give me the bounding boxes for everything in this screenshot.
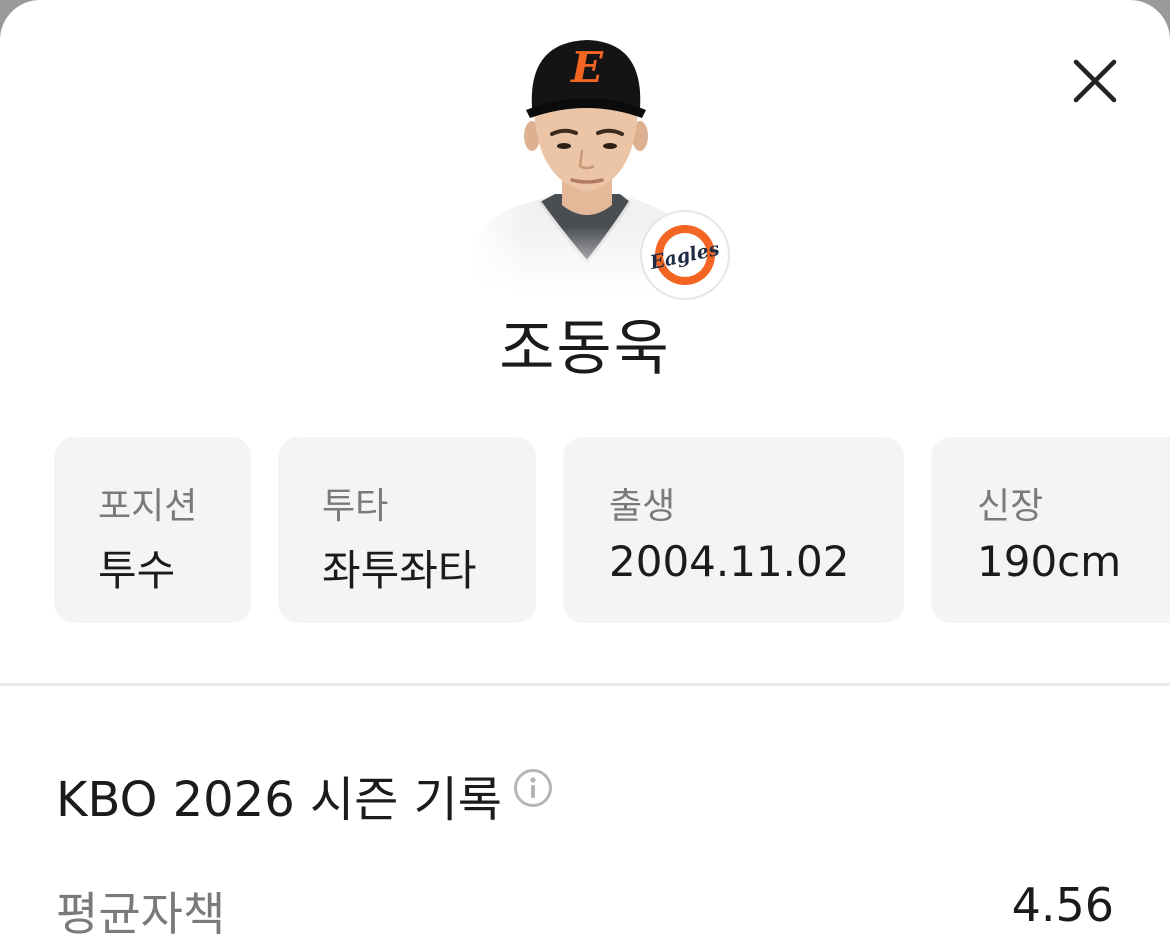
info-card-position: 포지션 투수 bbox=[54, 437, 251, 623]
info-card-label: 출생 bbox=[609, 486, 676, 527]
info-card-value: 190cm bbox=[977, 537, 1122, 586]
info-card-label: 신장 bbox=[977, 486, 1044, 527]
info-card-label: 투타 bbox=[322, 486, 389, 527]
info-card-bat-throw: 투타 좌투좌타 bbox=[278, 437, 536, 623]
section-divider bbox=[0, 683, 1170, 686]
team-logo: Eagles bbox=[642, 212, 728, 298]
info-card-value: 좌투좌타 bbox=[322, 546, 477, 595]
info-card-birth: 출생 2004.11.02 bbox=[563, 437, 904, 623]
close-button[interactable] bbox=[1066, 52, 1124, 110]
close-icon bbox=[1073, 59, 1117, 103]
info-icon bbox=[514, 769, 552, 807]
player-name: 조동욱 bbox=[499, 314, 671, 384]
season-record-title: KBO 2026 시즌 기록 bbox=[56, 772, 502, 828]
info-card-height: 신장 190cm bbox=[931, 437, 1170, 623]
info-card-value: 2004.11.02 bbox=[609, 537, 850, 586]
season-info-button[interactable] bbox=[513, 768, 553, 808]
info-card-value: 투수 bbox=[98, 546, 176, 595]
player-detail-sheet: E Eagles 조동욱 포지션 투수 투타 좌투좌타 출생 2004.11.0… bbox=[0, 0, 1170, 942]
info-card-label: 포지션 bbox=[98, 486, 198, 527]
stat-label: 평균자책 bbox=[56, 887, 226, 941]
stat-value: 4.56 bbox=[1011, 878, 1114, 932]
